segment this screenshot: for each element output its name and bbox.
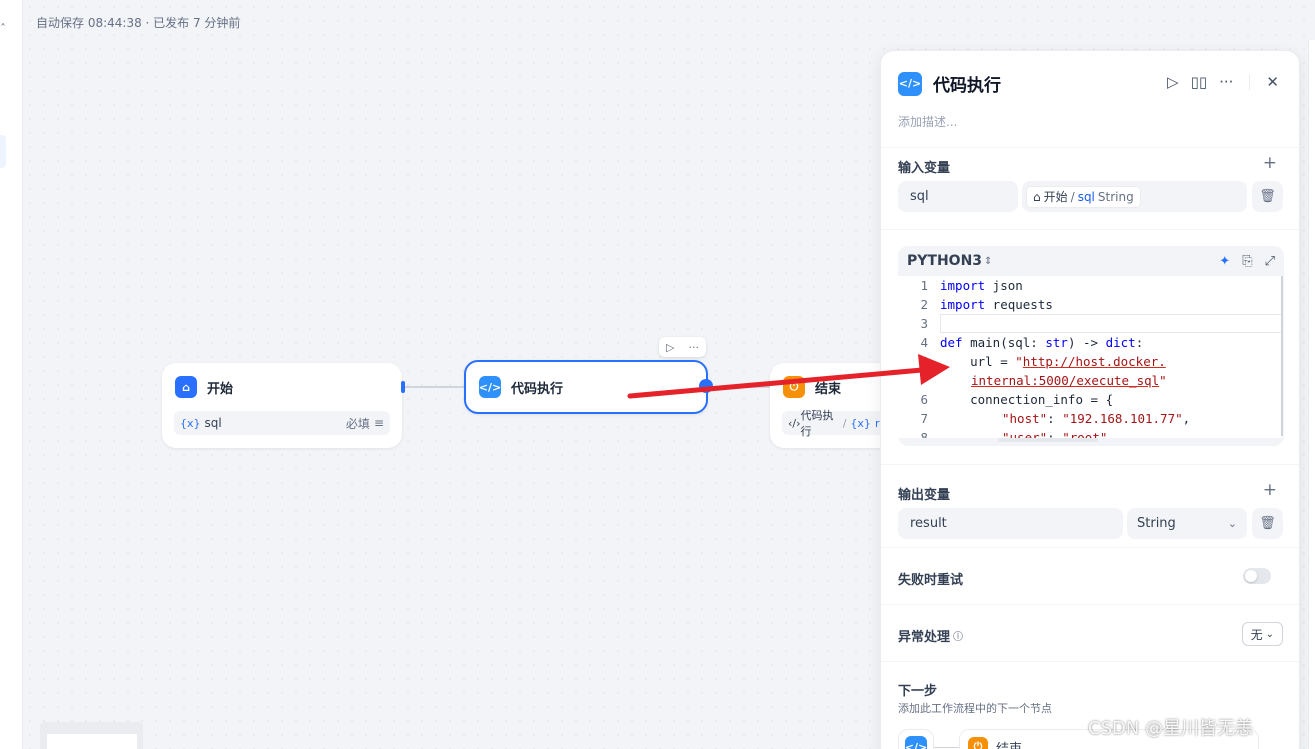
annotation-arrow-icon xyxy=(627,354,950,399)
watermark: CSDN @星川皆无恙 xyxy=(1088,718,1254,739)
